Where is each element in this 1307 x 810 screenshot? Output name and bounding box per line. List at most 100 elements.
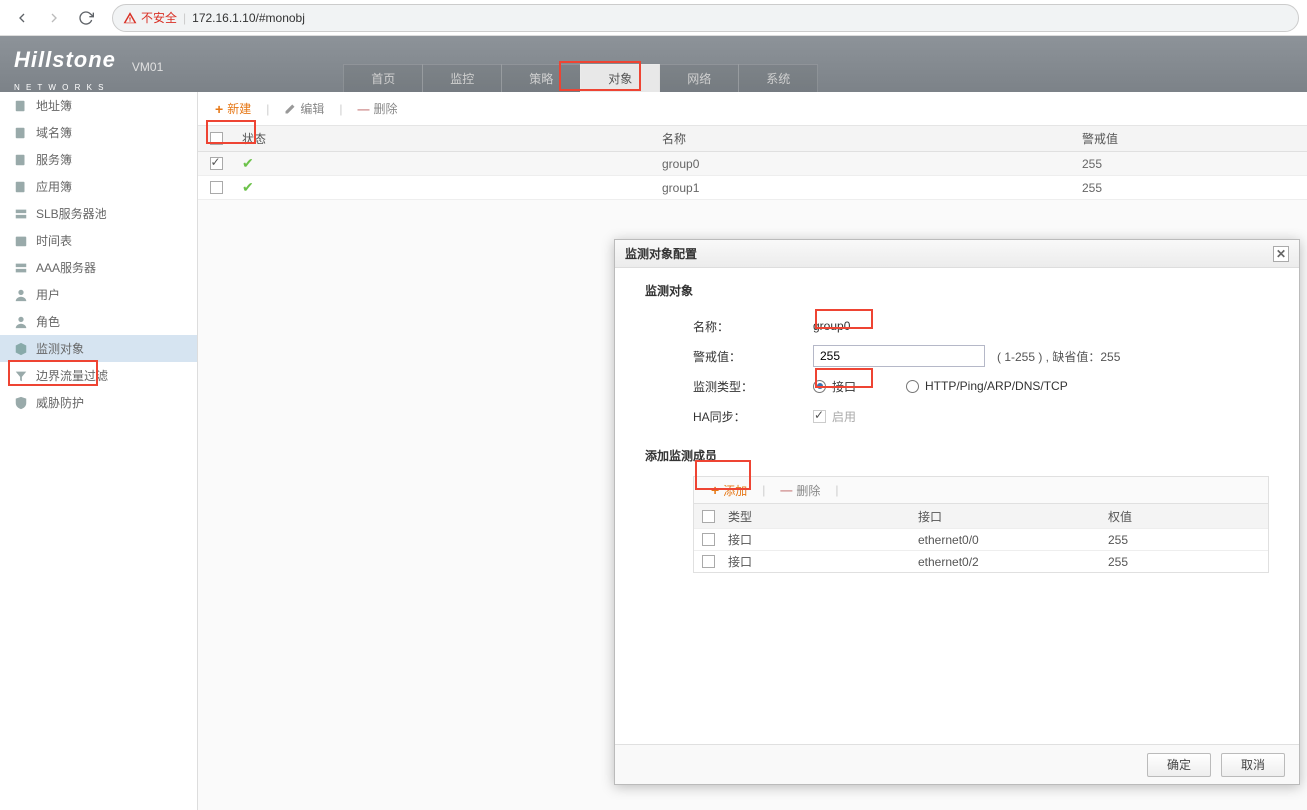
- sidebar-item-role[interactable]: 角色: [0, 308, 197, 335]
- book-icon: [14, 126, 28, 140]
- tab-network[interactable]: 网络: [659, 64, 739, 92]
- add-label: 添加: [723, 482, 747, 499]
- sidebar-item-aaa[interactable]: AAA服务器: [0, 254, 197, 281]
- sidebar-item-domain[interactable]: 域名簿: [0, 119, 197, 146]
- cell-interface: ethernet0/0: [912, 533, 1102, 547]
- tab-system[interactable]: 系统: [738, 64, 818, 92]
- book-icon: [14, 99, 28, 113]
- reload-icon: [78, 10, 94, 26]
- col-warn[interactable]: 警戒值: [1074, 130, 1307, 147]
- ha-checkbox: [813, 410, 826, 423]
- new-label: 新建: [227, 100, 251, 117]
- sidebar-item-label: 地址簿: [36, 97, 72, 114]
- close-icon: ✕: [1276, 247, 1286, 261]
- book-icon: [14, 180, 28, 194]
- section-add-member: 添加监测成员: [645, 447, 1269, 464]
- member-row[interactable]: 接口 ethernet0/2 255: [694, 550, 1268, 572]
- delete-label: 删除: [373, 100, 397, 117]
- radio-label: HTTP/Ping/ARP/DNS/TCP: [925, 379, 1068, 393]
- sidebar: 地址簿 域名簿 服务簿 应用簿 SLB服务器池 时间表 AAA服务器 用户 角色…: [0, 92, 198, 810]
- sidebar-item-user[interactable]: 用户: [0, 281, 197, 308]
- row-checkbox[interactable]: [702, 533, 715, 546]
- sidebar-item-monitor-object[interactable]: 监测对象: [0, 335, 197, 362]
- warn-input[interactable]: [813, 345, 985, 367]
- table-row[interactable]: ✔ group1 255: [198, 176, 1307, 200]
- sidebar-item-label: SLB服务器池: [36, 205, 107, 222]
- radio-interface[interactable]: 接口: [813, 378, 856, 395]
- table-row[interactable]: ✔ group0 255: [198, 152, 1307, 176]
- delete-member-button[interactable]: —删除: [771, 478, 829, 502]
- sidebar-item-label: AAA服务器: [36, 259, 96, 276]
- user-icon: [14, 288, 28, 302]
- row-checkbox[interactable]: [210, 157, 223, 170]
- dialog-title-bar[interactable]: 监测对象配置 ✕: [615, 240, 1299, 268]
- browser-bar: 不安全 | 172.16.1.10/#monobj: [0, 0, 1307, 36]
- sidebar-item-schedule[interactable]: 时间表: [0, 227, 197, 254]
- brand-text: Hillstone: [14, 47, 116, 87]
- dialog-body: 监测对象 名称： group0 警戒值： ( 1-255 ) , 缺省值：255…: [615, 268, 1299, 744]
- add-member-button[interactable]: +添加: [702, 478, 756, 502]
- sidebar-item-threat[interactable]: 威胁防护: [0, 389, 197, 416]
- radio-icon: [906, 380, 919, 393]
- insecure-badge: 不安全: [123, 9, 177, 26]
- radio-label: 接口: [832, 378, 856, 395]
- col-weight[interactable]: 权值: [1102, 508, 1268, 525]
- cube-icon: [14, 342, 28, 356]
- radio-http[interactable]: HTTP/Ping/ARP/DNS/TCP: [906, 379, 1068, 393]
- forward-button[interactable]: [40, 4, 68, 32]
- sidebar-item-label: 域名簿: [36, 124, 72, 141]
- ok-button[interactable]: 确定: [1147, 753, 1211, 777]
- field-type-row: 监测类型： 接口 HTTP/Ping/ARP/DNS/TCP: [645, 371, 1269, 401]
- sidebar-item-service[interactable]: 服务簿: [0, 146, 197, 173]
- col-status[interactable]: 状态: [234, 130, 654, 147]
- vm-label: VM01: [132, 60, 163, 92]
- cell-interface: ethernet0/2: [912, 555, 1102, 569]
- sidebar-item-label: 时间表: [36, 232, 72, 249]
- member-grid-header: 类型 接口 权值: [694, 504, 1268, 528]
- sidebar-item-app[interactable]: 应用簿: [0, 173, 197, 200]
- type-label: 监测类型：: [693, 378, 813, 395]
- col-interface[interactable]: 接口: [912, 508, 1102, 525]
- cell-type: 接口: [722, 531, 912, 548]
- tab-policy[interactable]: 策略: [501, 64, 581, 92]
- calendar-icon: [14, 234, 28, 248]
- sidebar-item-address[interactable]: 地址簿: [0, 92, 197, 119]
- edit-button[interactable]: 编辑: [275, 97, 333, 121]
- reload-button[interactable]: [72, 4, 100, 32]
- back-button[interactable]: [8, 4, 36, 32]
- header-checkbox[interactable]: [702, 510, 715, 523]
- new-button[interactable]: +新建: [206, 97, 260, 121]
- sidebar-item-slb[interactable]: SLB服务器池: [0, 200, 197, 227]
- delete-button[interactable]: —删除: [348, 97, 406, 121]
- close-button[interactable]: ✕: [1273, 246, 1289, 262]
- member-grid: 类型 接口 权值 接口 ethernet0/0 255 接口 ethernet0…: [693, 504, 1269, 573]
- cell-name: group1: [654, 181, 1074, 195]
- cell-name: group0: [654, 157, 1074, 171]
- cell-type: 接口: [722, 553, 912, 570]
- member-row[interactable]: 接口 ethernet0/0 255: [694, 528, 1268, 550]
- cancel-button[interactable]: 取消: [1221, 753, 1285, 777]
- tab-object[interactable]: 对象: [580, 64, 660, 92]
- book-icon: [14, 153, 28, 167]
- url-bar[interactable]: 不安全 | 172.16.1.10/#monobj: [112, 4, 1299, 32]
- member-toolbar: +添加 | —删除 |: [693, 476, 1269, 504]
- row-checkbox[interactable]: [702, 555, 715, 568]
- col-name[interactable]: 名称: [654, 130, 1074, 147]
- dialog-monitor-config: 监测对象配置 ✕ 监测对象 名称： group0 警戒值： ( 1-255 ) …: [614, 239, 1300, 785]
- tab-monitor[interactable]: 监控: [422, 64, 502, 92]
- nav-tabs: 首页 监控 策略 对象 网络 系统: [343, 64, 817, 92]
- shield-icon: [14, 396, 28, 410]
- row-checkbox[interactable]: [210, 181, 223, 194]
- server-icon: [14, 261, 28, 275]
- check-icon: ✔: [242, 155, 254, 171]
- field-name-row: 名称： group0: [645, 311, 1269, 341]
- dialog-footer: 确定 取消: [615, 744, 1299, 784]
- name-label: 名称：: [693, 318, 813, 335]
- sidebar-item-traffic[interactable]: 边界流量过滤: [0, 362, 197, 389]
- col-type[interactable]: 类型: [722, 508, 912, 525]
- header-checkbox[interactable]: [198, 132, 234, 145]
- tab-home[interactable]: 首页: [343, 64, 423, 92]
- dialog-title: 监测对象配置: [625, 245, 697, 262]
- logo: Hillstone N E T W O R K S: [14, 47, 116, 92]
- sidebar-item-label: 边界流量过滤: [36, 367, 108, 384]
